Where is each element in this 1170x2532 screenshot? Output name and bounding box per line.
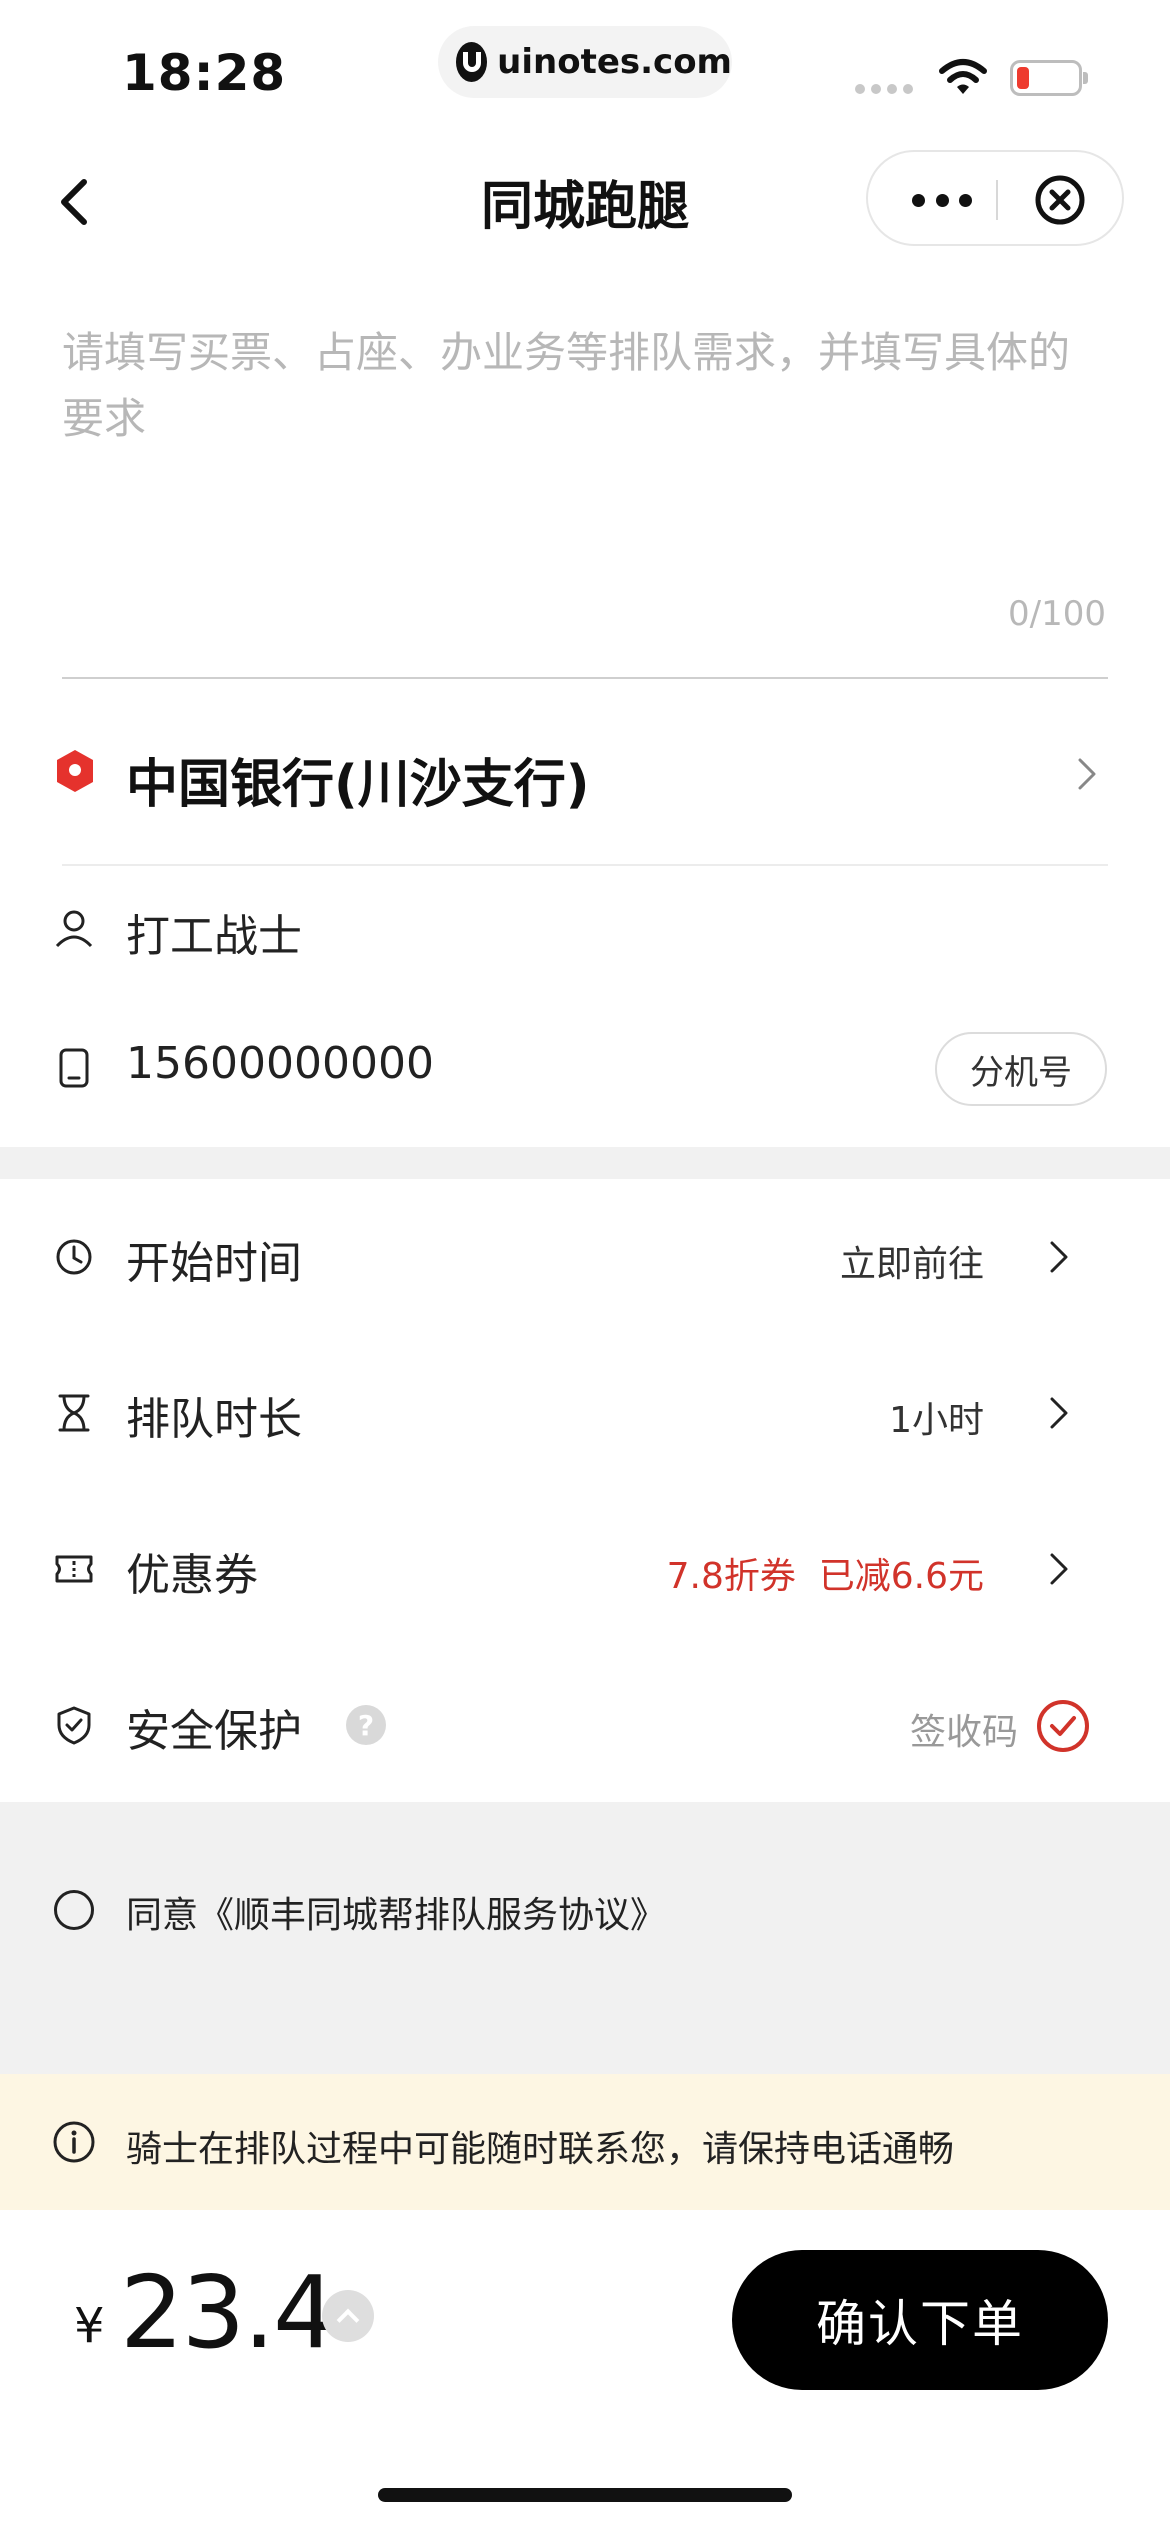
status-time: 18:28 — [122, 44, 287, 102]
queue-duration-row[interactable]: 排队时长 1小时 — [0, 1335, 1170, 1491]
contact-name-row[interactable]: 打工战士 — [0, 866, 1170, 990]
mini-program-capsule — [866, 150, 1124, 246]
section-gap — [0, 1147, 1170, 1179]
total-price: 23.4 — [120, 2254, 337, 2371]
status-bar: 18:28 uinotes.com — [0, 0, 1170, 130]
queue-duration-label: 排队时长 — [126, 1394, 302, 1445]
start-time-value: 立即前往 — [839, 1244, 984, 1285]
chevron-right-icon — [1050, 1553, 1068, 1585]
agreement-text[interactable]: 同意《顺丰同城帮排队服务协议》 — [126, 1886, 666, 1938]
battery-level — [1017, 67, 1029, 89]
chevron-right-icon — [1050, 1397, 1068, 1429]
chevron-up-icon[interactable] — [322, 2290, 374, 2342]
home-indicator — [378, 2488, 792, 2502]
help-icon[interactable]: ? — [346, 1705, 386, 1745]
coupon-value: 7.8折券 已减6.6元 — [666, 1556, 984, 1597]
url-pill: uinotes.com — [438, 26, 732, 98]
safety-protection-row: 安全保护 ? 签收码 — [0, 1647, 1170, 1803]
navigation-bar: 同城跑腿 — [0, 140, 1170, 260]
contact-name: 打工战士 — [126, 911, 302, 962]
hourglass-icon — [58, 1394, 90, 1432]
phone-icon — [59, 1048, 89, 1088]
location-row[interactable]: 中国银行(川沙支行) — [0, 700, 1170, 864]
url-text: uinotes.com — [497, 42, 732, 82]
notice-banner: 骑士在排队过程中可能随时联系您，请保持电话通畅 — [0, 2074, 1170, 2210]
confirm-order-button[interactable]: 确认下单 — [732, 2250, 1108, 2390]
wifi-icon — [939, 59, 987, 94]
site-logo-icon — [456, 42, 488, 82]
safety-label: 安全保护 — [126, 1706, 302, 1757]
agreement-radio[interactable] — [54, 1890, 94, 1930]
more-icon[interactable] — [904, 182, 980, 218]
checked-circle-icon[interactable] — [1036, 1699, 1090, 1753]
battery-icon — [1010, 60, 1088, 96]
shield-check-icon — [57, 1706, 91, 1745]
location-name: 中国银行(川沙支行) — [126, 755, 590, 815]
close-circle-icon[interactable] — [1034, 174, 1086, 226]
coupon-label: 优惠券 — [126, 1550, 258, 1601]
char-counter: 0/100 — [1008, 594, 1106, 634]
agreement-section: 同意《顺丰同城帮排队服务协议》 — [0, 1802, 1170, 2074]
safety-value: 签收码 — [909, 1712, 1018, 1753]
contact-phone-row[interactable]: 15600000000 分机号 — [0, 990, 1170, 1140]
currency-symbol: ¥ — [74, 2298, 105, 2354]
capsule-divider — [996, 180, 998, 220]
checkout-footer: ¥ 23.4 确认下单 — [0, 2210, 1170, 2532]
chevron-right-icon — [1078, 758, 1096, 790]
person-icon — [55, 910, 93, 948]
location-hexagon-icon — [57, 750, 93, 792]
contact-phone: 15600000000 — [126, 1038, 434, 1089]
clock-icon — [56, 1239, 92, 1275]
extension-button[interactable]: 分机号 — [935, 1032, 1107, 1106]
start-time-row[interactable]: 开始时间 立即前往 — [0, 1179, 1170, 1335]
cellular-signal-icon — [855, 84, 913, 94]
divider — [62, 677, 1108, 679]
start-time-label: 开始时间 — [126, 1238, 302, 1289]
queue-duration-value: 1小时 — [889, 1400, 984, 1441]
request-textarea[interactable]: 请填写买票、占座、办业务等排队需求，并填写具体的要求 — [62, 320, 1108, 500]
chevron-right-icon — [1050, 1241, 1068, 1273]
coupon-row[interactable]: 优惠券 7.8折券 已减6.6元 — [0, 1491, 1170, 1647]
ticket-icon — [55, 1555, 93, 1583]
notice-text: 骑士在排队过程中可能随时联系您，请保持电话通畅 — [126, 2129, 955, 2170]
info-icon — [53, 2121, 95, 2163]
